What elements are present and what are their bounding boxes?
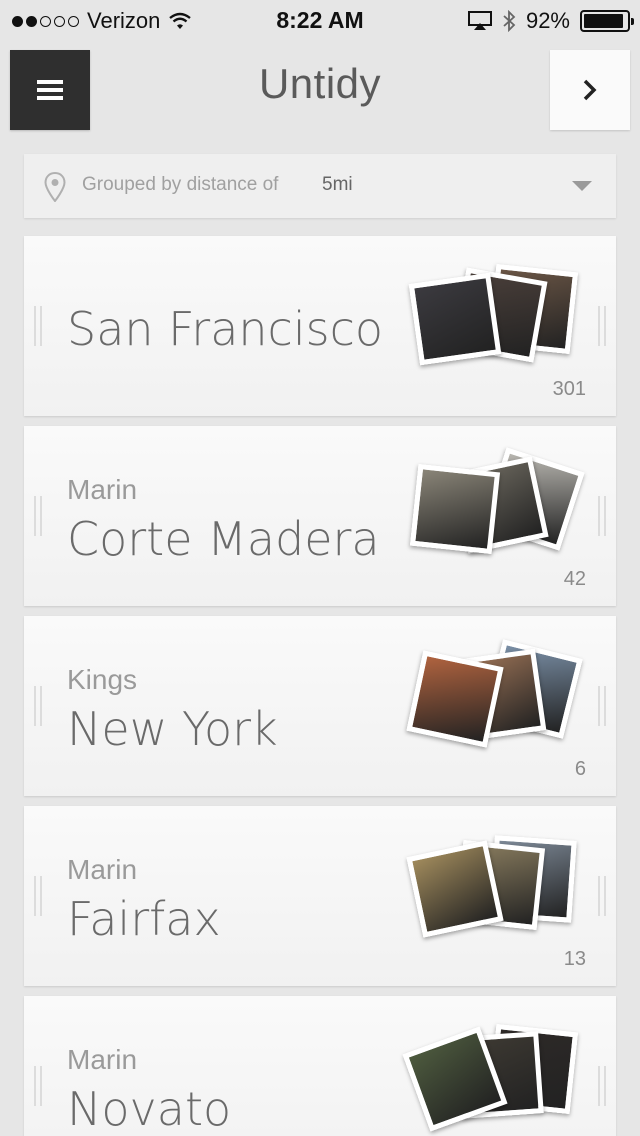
photo-stack xyxy=(404,263,584,386)
location-pin-icon xyxy=(44,172,66,202)
filter-value: 5mi xyxy=(322,174,353,195)
drag-handle-icon[interactable] xyxy=(598,876,606,916)
group-region: Kings xyxy=(67,664,138,695)
photo-stack xyxy=(402,1023,584,1136)
drag-handle-icon[interactable] xyxy=(34,496,42,536)
location-group-card[interactable]: San Francisco 301 xyxy=(24,236,616,416)
photo-stack xyxy=(404,639,584,766)
filter-label: Grouped by distance of xyxy=(82,174,279,195)
bluetooth-icon xyxy=(503,10,516,32)
battery-percentage: 92% xyxy=(525,8,570,33)
status-right: 92% xyxy=(467,8,634,34)
next-button[interactable] xyxy=(550,50,630,130)
drag-handle-icon[interactable] xyxy=(598,306,606,346)
status-bar: Verizon 8:22 AM 92% xyxy=(0,0,640,40)
photo-thumbnail xyxy=(409,463,501,555)
chevron-right-icon xyxy=(583,79,597,101)
drag-handle-icon[interactable] xyxy=(34,306,42,346)
group-city: Fairfax xyxy=(67,892,221,946)
photo-thumbnail xyxy=(408,272,502,366)
group-city: San Francisco xyxy=(67,302,384,356)
battery-icon xyxy=(580,10,634,32)
grouping-filter-dropdown[interactable]: Grouped by distance of 5mi xyxy=(24,154,616,218)
airplay-icon xyxy=(467,11,492,30)
location-group-card[interactable]: Marin Fairfax 13 xyxy=(24,806,616,986)
group-city: Novato xyxy=(67,1082,232,1136)
battery-fill xyxy=(584,14,623,28)
drag-handle-icon[interactable] xyxy=(34,876,42,916)
group-city: New York xyxy=(67,702,278,756)
group-region: Marin xyxy=(67,854,138,885)
photo-stack xyxy=(404,835,584,956)
location-group-card[interactable]: Marin Corte Madera 42 xyxy=(24,426,616,606)
photo-count: 42 xyxy=(563,568,586,590)
photo-thumbnail xyxy=(406,650,504,748)
drag-handle-icon[interactable] xyxy=(598,1066,606,1106)
location-group-card[interactable]: Marin Novato xyxy=(24,996,616,1136)
group-region: Marin xyxy=(67,474,138,505)
dropdown-caret-icon xyxy=(572,181,592,191)
photo-count: 301 xyxy=(552,378,586,400)
photo-stack xyxy=(404,447,585,576)
drag-handle-icon[interactable] xyxy=(34,1066,42,1106)
drag-handle-icon[interactable] xyxy=(598,496,606,536)
drag-handle-icon[interactable] xyxy=(34,686,42,726)
group-region: Marin xyxy=(67,1044,138,1075)
photo-count: 6 xyxy=(574,758,586,780)
drag-handle-icon[interactable] xyxy=(598,686,606,726)
location-group-card[interactable]: Kings New York 6 xyxy=(24,616,616,796)
group-city: Corte Madera xyxy=(67,512,380,566)
photo-thumbnail xyxy=(406,840,504,938)
photo-count: 13 xyxy=(563,948,586,970)
page-title: Untidy xyxy=(258,60,382,107)
